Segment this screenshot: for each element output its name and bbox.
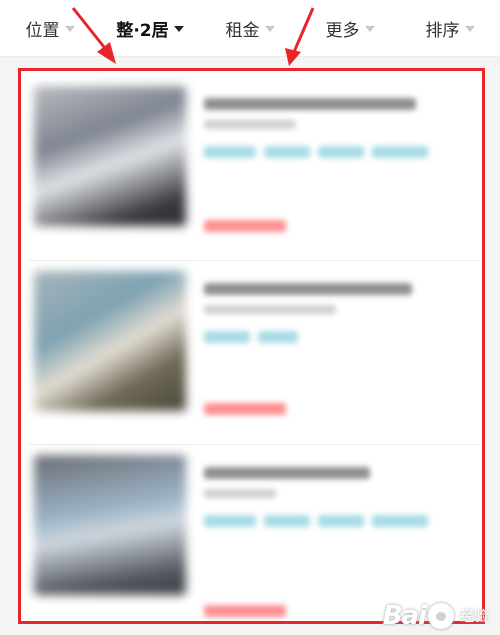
listing-tag-blurred bbox=[372, 146, 428, 158]
filter-more-label: 更多 bbox=[325, 20, 360, 41]
filter-rent[interactable]: 租金 bbox=[200, 0, 300, 56]
filter-rent-label: 租金 bbox=[225, 20, 260, 41]
baidu-watermark: Bai 经验 bbox=[383, 601, 488, 631]
listing-subtitle-blurred bbox=[204, 305, 336, 314]
listing-tag-blurred bbox=[204, 331, 250, 343]
listing-tag-blurred bbox=[318, 146, 364, 158]
listing-photo[interactable] bbox=[34, 86, 186, 226]
caret-down-icon bbox=[464, 26, 475, 32]
filter-location[interactable]: 位置 bbox=[0, 0, 100, 56]
listing-card[interactable] bbox=[28, 444, 480, 624]
listing-photo[interactable] bbox=[34, 271, 186, 411]
listing-price-blurred bbox=[204, 220, 286, 232]
filter-bar: 位置 整·2居 租金 更多 排序 bbox=[0, 0, 500, 57]
filter-layout[interactable]: 整·2居 bbox=[100, 0, 200, 56]
filter-sort-label: 排序 bbox=[425, 20, 460, 41]
listing-photo[interactable] bbox=[34, 455, 186, 595]
caret-down-icon bbox=[364, 26, 375, 32]
listing-list bbox=[20, 68, 486, 624]
filter-sort[interactable]: 排序 bbox=[400, 0, 500, 56]
listing-subtitle-blurred bbox=[204, 489, 276, 498]
caret-down-icon bbox=[264, 26, 275, 32]
filter-more[interactable]: 更多 bbox=[300, 0, 400, 56]
filter-location-label: 位置 bbox=[25, 20, 60, 41]
listing-title-blurred bbox=[204, 98, 416, 110]
listing-tag-blurred bbox=[264, 146, 310, 158]
listing-subtitle-blurred bbox=[204, 120, 296, 129]
listing-title-blurred bbox=[204, 467, 370, 479]
caret-down-icon bbox=[173, 26, 184, 32]
baidu-paw-icon bbox=[428, 603, 454, 629]
filter-layout-label: 整·2居 bbox=[116, 20, 169, 41]
listing-tag-blurred bbox=[372, 515, 428, 527]
watermark-suffix: 经验 bbox=[460, 609, 488, 625]
listing-tag-blurred bbox=[204, 146, 256, 158]
listing-price-blurred bbox=[204, 605, 286, 617]
listing-price-blurred bbox=[204, 403, 286, 415]
listing-card[interactable] bbox=[28, 260, 480, 443]
watermark-brand: Bai bbox=[382, 601, 427, 631]
caret-down-icon bbox=[64, 26, 75, 32]
listing-tag-blurred bbox=[204, 515, 256, 527]
listing-card[interactable] bbox=[28, 76, 480, 258]
listing-title-blurred bbox=[204, 283, 412, 295]
listing-tag-blurred bbox=[318, 515, 364, 527]
listing-tag-blurred bbox=[258, 331, 298, 343]
listing-tag-blurred bbox=[264, 515, 310, 527]
